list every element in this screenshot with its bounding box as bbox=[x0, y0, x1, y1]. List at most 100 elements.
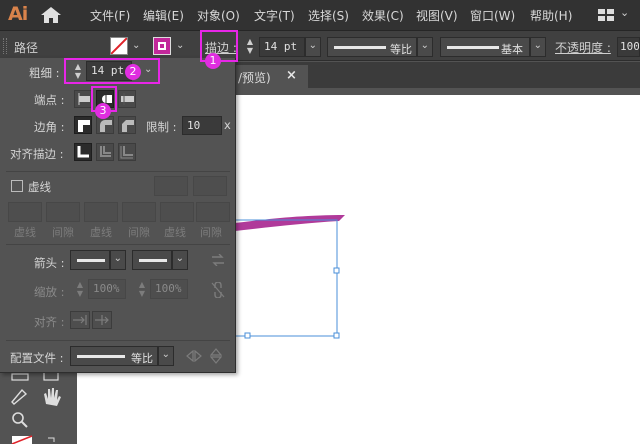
menu-window[interactable]: 窗口(W) bbox=[470, 7, 515, 24]
dash-field-3[interactable] bbox=[160, 202, 194, 222]
selection-handle[interactable] bbox=[333, 332, 340, 339]
dash-label-3: 虚线 bbox=[164, 226, 186, 239]
start-arrowhead-chevron[interactable]: ⌄ bbox=[110, 250, 126, 270]
workspace-grid-icon[interactable] bbox=[598, 9, 614, 24]
scale-end-spinner-icon[interactable]: ▲ ▼ bbox=[136, 280, 148, 300]
align-inside-icon bbox=[100, 146, 111, 157]
profile-dropdown[interactable]: 等比 bbox=[327, 37, 417, 57]
fill-chevron-icon[interactable]: ⌄ bbox=[132, 40, 140, 51]
dash-label-1: 虚线 bbox=[14, 226, 36, 239]
workspace-chevron-icon[interactable]: ⌄ bbox=[620, 6, 629, 19]
profile-label: 等比 bbox=[390, 43, 412, 56]
link-scale-icon[interactable] bbox=[211, 281, 225, 301]
annotation-badge-1: 1 bbox=[205, 53, 221, 69]
menu-effect[interactable]: 效果(C) bbox=[362, 7, 404, 24]
fill-swatch[interactable] bbox=[110, 37, 128, 55]
weight-spinner-icon[interactable]: ▲ ▼ bbox=[244, 37, 256, 57]
bevel-join-button[interactable] bbox=[118, 116, 136, 134]
opacity-field[interactable]: 100% bbox=[617, 37, 640, 57]
align-inside-button[interactable] bbox=[96, 143, 114, 161]
bevel-join-icon bbox=[122, 120, 134, 132]
round-join-icon bbox=[100, 120, 112, 132]
divider bbox=[6, 340, 230, 341]
scale-end-field[interactable]: 100% bbox=[150, 279, 188, 299]
stroke-weight-dropdown[interactable]: ⌄ bbox=[305, 37, 321, 57]
miter-join-button[interactable] bbox=[74, 116, 92, 134]
menu-view[interactable]: 视图(V) bbox=[416, 7, 458, 24]
menu-select[interactable]: 选择(S) bbox=[308, 7, 349, 24]
selection-handle[interactable] bbox=[244, 332, 251, 339]
stroke-weight-field[interactable]: 14 pt bbox=[259, 37, 305, 57]
profile-value: 等比 bbox=[131, 352, 153, 365]
flip-along-icon[interactable] bbox=[186, 349, 202, 365]
align-center-button[interactable] bbox=[74, 143, 92, 161]
hand-tool-icon[interactable] bbox=[44, 388, 61, 406]
dashed-line-checkbox[interactable] bbox=[11, 180, 23, 192]
menu-edit[interactable]: 编辑(E) bbox=[143, 7, 184, 24]
dash-field-2[interactable] bbox=[84, 202, 118, 222]
flip-across-icon[interactable] bbox=[209, 348, 223, 367]
zoom-tool-icon[interactable] bbox=[12, 412, 28, 428]
menu-object[interactable]: 对象(O) bbox=[197, 7, 240, 24]
menu-file[interactable]: 文件(F) bbox=[90, 7, 130, 24]
opacity-label[interactable]: 不透明度 : bbox=[555, 39, 611, 56]
profile-label: 配置文件 : bbox=[10, 351, 64, 365]
selection-handle[interactable] bbox=[333, 267, 340, 274]
gap-field-1[interactable] bbox=[46, 202, 80, 222]
menu-bar: Ai 文件(F) 编辑(E) 对象(O) 文字(T) 选择(S) 效果(C) 视… bbox=[0, 0, 640, 31]
butt-cap-button[interactable] bbox=[74, 90, 92, 108]
align-dash-button[interactable] bbox=[193, 176, 227, 196]
profile-dropdown[interactable]: 等比 bbox=[70, 346, 158, 366]
start-arrowhead-dropdown[interactable] bbox=[70, 250, 110, 270]
gap-field-2[interactable] bbox=[122, 202, 156, 222]
gap-field-3[interactable] bbox=[196, 202, 230, 222]
gap-label-2: 间隙 bbox=[128, 226, 150, 239]
miter-limit-field[interactable]: 10 bbox=[182, 116, 222, 135]
end-arrowhead-chevron[interactable]: ⌄ bbox=[172, 250, 188, 270]
toolbar bbox=[0, 371, 77, 444]
fill-stroke-swatch-icon[interactable] bbox=[11, 435, 55, 444]
app-logo: Ai bbox=[8, 3, 28, 25]
preserve-dash-button[interactable] bbox=[154, 176, 188, 196]
projecting-cap-button[interactable] bbox=[118, 90, 136, 108]
home-icon[interactable] bbox=[40, 6, 62, 27]
dash-label-2: 虚线 bbox=[90, 226, 112, 239]
swap-arrowheads-icon[interactable] bbox=[211, 253, 225, 269]
scale-start-spinner-icon[interactable]: ▲ ▼ bbox=[74, 280, 86, 300]
cap-label: 端点 : bbox=[34, 93, 65, 107]
gap-label-1: 间隙 bbox=[52, 226, 74, 239]
stroke-swatch[interactable] bbox=[153, 37, 171, 55]
arrowhead-label: 箭头 : bbox=[34, 256, 65, 270]
shaper-tool-icon[interactable] bbox=[11, 371, 59, 381]
end-arrowhead-dropdown[interactable] bbox=[132, 250, 172, 270]
document-tab-bar: /预览) × bbox=[236, 62, 640, 88]
brush-dropdown[interactable]: 基本 bbox=[440, 37, 530, 57]
annotation-badge-3: 3 bbox=[95, 103, 111, 119]
corner-label: 边角 : bbox=[34, 120, 65, 134]
close-icon[interactable]: × bbox=[286, 68, 297, 83]
arrow-align-label: 对齐 : bbox=[34, 315, 65, 329]
stroked-path[interactable] bbox=[235, 215, 345, 231]
dash-field-1[interactable] bbox=[8, 202, 42, 222]
grip-handle[interactable] bbox=[3, 38, 7, 54]
arrow-place-button[interactable] bbox=[92, 311, 112, 329]
document-tab-title: /预览) bbox=[238, 71, 271, 85]
align-stroke-label: 对齐描边 : bbox=[10, 147, 64, 161]
brush-chevron[interactable]: ⌄ bbox=[530, 37, 546, 57]
document-tab[interactable]: /预览) × bbox=[236, 65, 308, 88]
brush-label: 基本 bbox=[501, 43, 523, 56]
stroke-chevron-icon[interactable]: ⌄ bbox=[176, 40, 184, 51]
butt-cap-icon bbox=[78, 93, 90, 105]
selection-bounding-box bbox=[234, 219, 338, 337]
limit-label: 限制 : bbox=[146, 120, 177, 134]
pen-tool-icon[interactable] bbox=[11, 388, 28, 405]
align-outside-button[interactable] bbox=[118, 143, 136, 161]
scale-start-field[interactable]: 100% bbox=[88, 279, 126, 299]
limit-unit: x bbox=[224, 118, 231, 132]
profile-chevron[interactable]: ⌄ bbox=[158, 346, 174, 366]
menu-help[interactable]: 帮助(H) bbox=[530, 7, 572, 24]
profile-chevron[interactable]: ⌄ bbox=[417, 37, 433, 57]
menu-type[interactable]: 文字(T) bbox=[254, 7, 295, 24]
arrow-extend-button[interactable] bbox=[70, 311, 90, 329]
miter-join-icon bbox=[78, 120, 90, 132]
